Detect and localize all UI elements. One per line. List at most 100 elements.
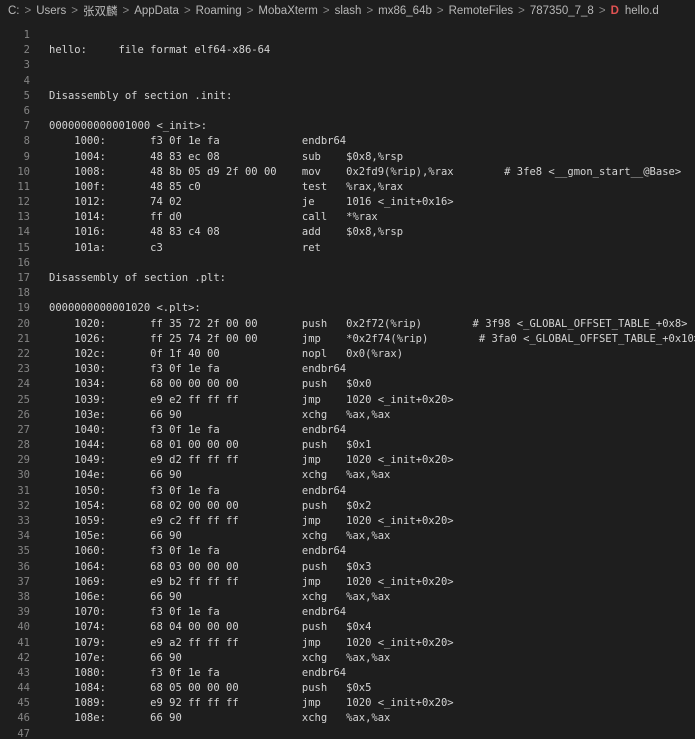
code-line[interactable]: 38 106e: 66 90 xchg %ax,%ax xyxy=(0,590,695,605)
code-line[interactable]: 13 1014: ff d0 call *%rax xyxy=(0,210,695,225)
breadcrumb: C: > Users > 张双麟 > AppData > Roaming > MobaXterm > s… xyxy=(0,0,695,22)
code-line[interactable]: 39 1070: f3 0f 1e fa endbr64 xyxy=(0,605,695,620)
line-number: 14 xyxy=(17,226,30,239)
code-line[interactable]: 23 1030: f3 0f 1e fa endbr64 xyxy=(0,362,695,377)
line-number: 21 xyxy=(17,332,30,345)
breadcrumb-item[interactable]: mx86_64b xyxy=(378,5,432,17)
line-number: 2 xyxy=(23,44,30,57)
code-line[interactable]: 16 xyxy=(0,256,695,271)
breadcrumb-item[interactable]: 张双麟 xyxy=(83,3,118,19)
line-text: 108e: 66 90 xchg %ax,%ax xyxy=(49,712,391,725)
breadcrumb-item[interactable]: Users xyxy=(36,5,66,17)
code-line[interactable]: 45 1089: e9 92 ff ff ff jmp 1020 <_init+… xyxy=(0,696,695,711)
line-text: hello: file format elf64-x86-64 xyxy=(49,44,271,57)
code-line[interactable]: 33 1059: e9 c2 ff ff ff jmp 1020 <_init+… xyxy=(0,514,695,529)
breadcrumb-file-name[interactable]: hello.d xyxy=(625,5,659,17)
line-number: 28 xyxy=(17,439,30,452)
code-line[interactable]: 6 xyxy=(0,104,695,119)
line-number: 41 xyxy=(17,636,30,649)
line-number: 11 xyxy=(17,180,30,193)
code-line[interactable]: 2 hello: file format elf64-x86-64 xyxy=(0,43,695,58)
line-number: 8 xyxy=(23,135,30,148)
code-line[interactable]: 25 1039: e9 e2 ff ff ff jmp 1020 <_init+… xyxy=(0,393,695,408)
code-line[interactable]: 42 107e: 66 90 xchg %ax,%ax xyxy=(0,651,695,666)
line-number: 7 xyxy=(23,120,30,133)
line-number: 4 xyxy=(23,74,30,87)
code-line[interactable]: 21 1026: ff 25 74 2f 00 00 jmp *0x2f74(%… xyxy=(0,332,695,347)
code-line[interactable]: 4 xyxy=(0,74,695,89)
code-line[interactable]: 37 1069: e9 b2 ff ff ff jmp 1020 <_init+… xyxy=(0,575,695,590)
line-number: 32 xyxy=(17,499,30,512)
line-number: 31 xyxy=(17,484,30,497)
line-number: 26 xyxy=(17,408,30,421)
breadcrumb-item[interactable]: C: xyxy=(8,5,20,17)
line-text: 101a: c3 ret xyxy=(49,241,321,254)
code-line[interactable]: 34 105e: 66 90 xchg %ax,%ax xyxy=(0,529,695,544)
code-line[interactable]: 14 1016: 48 83 c4 08 add $0x8,%rsp xyxy=(0,225,695,240)
file-type-icon: D xyxy=(610,5,619,17)
code-line[interactable]: 40 1074: 68 04 00 00 00 push $0x4 xyxy=(0,620,695,635)
line-number: 25 xyxy=(17,393,30,406)
line-text: 1008: 48 8b 05 d9 2f 00 00 mov 0x2fd9(%r… xyxy=(49,165,682,178)
code-line[interactable]: 7 0000000000001000 <_init>: xyxy=(0,119,695,134)
breadcrumb-item[interactable]: AppData xyxy=(134,5,179,17)
code-line[interactable]: 29 1049: e9 d2 ff ff ff jmp 1020 <_init+… xyxy=(0,453,695,468)
code-line[interactable]: 43 1080: f3 0f 1e fa endbr64 xyxy=(0,666,695,681)
code-line[interactable]: 17 Disassembly of section .plt: xyxy=(0,271,695,286)
code-line[interactable]: 31 1050: f3 0f 1e fa endbr64 xyxy=(0,484,695,499)
line-text xyxy=(30,727,49,739)
code-line[interactable]: 41 1079: e9 a2 ff ff ff jmp 1020 <_init+… xyxy=(0,636,695,651)
line-number: 30 xyxy=(17,469,30,482)
line-text: 1064: 68 03 00 00 00 push $0x3 xyxy=(49,560,372,573)
line-text xyxy=(30,28,49,43)
breadcrumb-separator: > xyxy=(183,5,191,17)
code-line[interactable]: 19 0000000000001020 <.plt>: xyxy=(0,301,695,316)
line-number: 12 xyxy=(17,196,30,209)
line-text: 1089: e9 92 ff ff ff jmp 1020 <_init+0x2… xyxy=(49,697,454,710)
line-number: 38 xyxy=(17,590,30,603)
line-number: 34 xyxy=(17,530,30,543)
breadcrumb-item[interactable]: RemoteFiles xyxy=(449,5,514,17)
line-number: 24 xyxy=(17,378,30,391)
code-line[interactable]: 22 102c: 0f 1f 40 00 nopl 0x0(%rax) xyxy=(0,347,695,362)
code-line[interactable]: 46 108e: 66 90 xchg %ax,%ax xyxy=(0,711,695,726)
line-text xyxy=(30,74,49,89)
code-line[interactable]: 11 100f: 48 85 c0 test %rax,%rax xyxy=(0,180,695,195)
code-line[interactable]: 8 1000: f3 0f 1e fa endbr64 xyxy=(0,134,695,149)
breadcrumb-item[interactable]: 787350_7_8 xyxy=(530,5,594,17)
code-line[interactable]: 5 Disassembly of section .init: xyxy=(0,89,695,104)
code-line[interactable]: 18 xyxy=(0,286,695,301)
line-text: 104e: 66 90 xchg %ax,%ax xyxy=(49,469,391,482)
code-line[interactable]: 26 103e: 66 90 xchg %ax,%ax xyxy=(0,408,695,423)
code-line[interactable]: 47 xyxy=(0,727,695,739)
code-line[interactable]: 10 1008: 48 8b 05 d9 2f 00 00 mov 0x2fd9… xyxy=(0,165,695,180)
line-text: 1000: f3 0f 1e fa endbr64 xyxy=(49,135,347,148)
code-line[interactable]: 20 1020: ff 35 72 2f 00 00 push 0x2f72(%… xyxy=(0,317,695,332)
code-line[interactable]: 9 1004: 48 83 ec 08 sub $0x8,%rsp xyxy=(0,150,695,165)
breadcrumb-separator: > xyxy=(246,5,254,17)
breadcrumb-item[interactable]: Roaming xyxy=(196,5,242,17)
code-line[interactable]: 32 1054: 68 02 00 00 00 push $0x2 xyxy=(0,499,695,514)
code-line[interactable]: 30 104e: 66 90 xchg %ax,%ax xyxy=(0,468,695,483)
code-line[interactable]: 44 1084: 68 05 00 00 00 push $0x5 xyxy=(0,681,695,696)
breadcrumb-item[interactable]: MobaXterm xyxy=(258,5,317,17)
code-line[interactable]: 24 1034: 68 00 00 00 00 push $0x0 xyxy=(0,377,695,392)
code-line[interactable]: 27 1040: f3 0f 1e fa endbr64 xyxy=(0,423,695,438)
code-editor[interactable]: 1 2 hello: file format elf64-x86-64 3 4 5 Disa… xyxy=(0,28,695,739)
breadcrumb-item[interactable]: slash xyxy=(335,5,362,17)
line-text: 1040: f3 0f 1e fa endbr64 xyxy=(49,423,347,436)
line-number: 43 xyxy=(17,666,30,679)
code-line[interactable]: 36 1064: 68 03 00 00 00 push $0x3 xyxy=(0,560,695,575)
line-number: 36 xyxy=(17,560,30,573)
line-number: 44 xyxy=(17,682,30,695)
line-text: Disassembly of section .plt: xyxy=(49,272,227,284)
breadcrumb-separator: > xyxy=(366,5,374,17)
code-line[interactable]: 35 1060: f3 0f 1e fa endbr64 xyxy=(0,544,695,559)
code-line[interactable]: 12 1012: 74 02 je 1016 <_init+0x16> xyxy=(0,195,695,210)
code-line[interactable]: 1 xyxy=(0,28,695,43)
line-number: 42 xyxy=(17,651,30,664)
line-text: 0000000000001000 <_init>: xyxy=(49,120,208,133)
code-line[interactable]: 3 xyxy=(0,58,695,73)
code-line[interactable]: 15 101a: c3 ret xyxy=(0,241,695,256)
code-line[interactable]: 28 1044: 68 01 00 00 00 push $0x1 xyxy=(0,438,695,453)
